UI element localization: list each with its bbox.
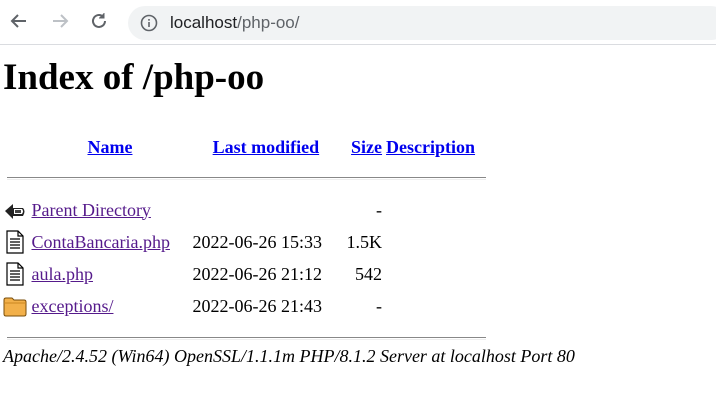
size-cell: -	[376, 295, 383, 316]
text-file-icon	[6, 230, 24, 254]
folder-link[interactable]: exceptions/	[31, 296, 113, 316]
description-cell	[384, 194, 488, 226]
back-icon	[5, 204, 25, 219]
sort-by-description-link[interactable]: Description	[386, 137, 475, 157]
modified-cell: 2022-06-26 15:33	[192, 231, 322, 252]
size-cell: 542	[355, 263, 383, 284]
file-link[interactable]: aula.php	[31, 264, 92, 284]
header-name: Name	[29, 132, 190, 162]
name-cell: aula.php	[29, 258, 190, 290]
directory-listing: Name Last modified Size Description Pare…	[3, 132, 488, 354]
address-bar[interactable]: localhost/php-oo/	[128, 6, 716, 40]
icon-cell	[3, 258, 29, 290]
sort-by-modified-link[interactable]: Last modified	[213, 137, 320, 157]
icon-cell	[3, 226, 29, 258]
size-cell: 1.5K	[346, 231, 383, 252]
divider	[7, 176, 486, 180]
divider	[7, 336, 486, 340]
url-path: /php-oo/	[237, 13, 300, 32]
back-arrow-icon[interactable]	[6, 8, 32, 34]
table-header-row: Name Last modified Size Description	[3, 132, 488, 162]
folder-icon	[3, 297, 27, 317]
name-cell: ContaBancaria.php	[29, 226, 190, 258]
table-row: Parent Directory -	[3, 194, 488, 226]
sort-by-size-link[interactable]: Size	[351, 137, 382, 157]
table-row: exceptions/ 2022-06-26 21:43 -	[3, 290, 488, 322]
page-title: Index of /php-oo	[3, 57, 265, 98]
text-file-icon	[6, 262, 24, 286]
forward-arrow-icon[interactable]	[47, 8, 73, 34]
icon-cell	[3, 290, 29, 322]
header-icon-cell	[3, 132, 29, 162]
url-host: localhost	[170, 13, 238, 32]
table-row: aula.php 2022-06-26 21:12 542	[3, 258, 488, 290]
server-signature: Apache/2.4.52 (Win64) OpenSSL/1.1.1m PHP…	[3, 346, 575, 366]
modified-cell	[190, 194, 341, 226]
url-text[interactable]: localhost/php-oo/	[170, 13, 300, 33]
table-row: ContaBancaria.php 2022-06-26 15:33 1.5K	[3, 226, 488, 258]
name-cell: exceptions/	[29, 290, 190, 322]
info-icon[interactable]	[140, 14, 158, 32]
description-cell	[384, 290, 488, 322]
name-cell: Parent Directory	[29, 194, 190, 226]
header-size: Size	[341, 132, 384, 162]
modified-cell: 2022-06-26 21:12	[192, 263, 322, 284]
file-link[interactable]: ContaBancaria.php	[31, 232, 169, 252]
divider-row	[3, 162, 488, 194]
description-cell	[384, 226, 488, 258]
modified-cell: 2022-06-26 21:43	[192, 295, 322, 316]
header-last-modified: Last modified	[190, 132, 341, 162]
browser-toolbar: localhost/php-oo/	[0, 0, 716, 45]
icon-cell	[3, 194, 29, 226]
reload-icon[interactable]	[86, 8, 112, 34]
parent-directory-link[interactable]: Parent Directory	[31, 200, 150, 220]
header-description: Description	[384, 132, 488, 162]
description-cell	[384, 258, 488, 290]
sort-by-name-link[interactable]: Name	[87, 137, 132, 157]
size-cell: -	[376, 199, 383, 220]
